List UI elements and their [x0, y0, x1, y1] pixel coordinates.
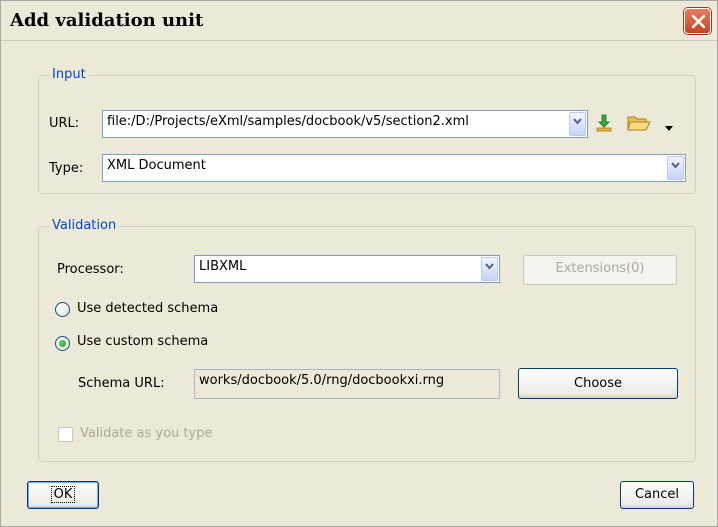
dropdown-arrow-icon	[485, 263, 494, 270]
cancel-button[interactable]: Cancel	[620, 481, 694, 509]
window-title: Add validation unit	[10, 10, 204, 31]
schema-url-field[interactable]: works/docbook/5.0/rng/docbookxi.rng	[194, 369, 500, 399]
schema-url-value: works/docbook/5.0/rng/docbookxi.rng	[199, 373, 445, 388]
folder-menu-arrow-icon[interactable]	[665, 121, 673, 136]
ok-button[interactable]: OK	[27, 481, 99, 509]
type-combo[interactable]: XML Document	[102, 154, 686, 182]
processor-label: Processor:	[57, 262, 124, 277]
extensions-button[interactable]: Extensions(0)	[523, 255, 677, 285]
ok-label: OK	[50, 486, 76, 503]
processor-value: LIBXML	[199, 259, 247, 274]
input-legend: Input	[49, 67, 89, 82]
use-detected-schema-radio[interactable]	[55, 302, 70, 317]
close-icon	[691, 14, 706, 29]
validation-legend: Validation	[49, 218, 120, 233]
use-detected-schema-label[interactable]: Use detected schema	[77, 301, 218, 316]
processor-combo[interactable]: LIBXML	[194, 255, 500, 283]
url-label: URL:	[49, 116, 80, 131]
title-bar[interactable]: Add validation unit	[1, 1, 717, 41]
choose-button[interactable]: Choose	[518, 368, 678, 399]
processor-dropdown-button[interactable]	[481, 257, 498, 281]
type-label: Type:	[49, 161, 84, 176]
add-validation-unit-dialog: Add validation unit Input URL: file:/D:/…	[0, 0, 718, 527]
url-value: file:/D:/Projects/eXml/samples/docbook/v…	[107, 114, 469, 129]
cancel-label: Cancel	[634, 487, 680, 502]
extensions-label: Extensions(0)	[555, 261, 645, 276]
use-custom-schema-label[interactable]: Use custom schema	[77, 334, 208, 349]
type-value: XML Document	[107, 158, 206, 173]
dropdown-arrow-icon	[671, 162, 680, 169]
schema-url-label: Schema URL:	[78, 376, 165, 391]
close-button[interactable]	[684, 8, 711, 34]
validate-as-you-type-label[interactable]: Validate as you type	[80, 426, 212, 441]
folder-open-icon[interactable]	[626, 112, 652, 138]
dropdown-arrow-icon	[573, 118, 582, 125]
choose-label: Choose	[574, 376, 622, 391]
url-combo[interactable]: file:/D:/Projects/eXml/samples/docbook/v…	[102, 110, 588, 138]
radio-selected-dot	[59, 340, 66, 347]
type-dropdown-button[interactable]	[667, 156, 684, 180]
use-custom-schema-radio[interactable]	[55, 336, 70, 351]
download-icon[interactable]	[594, 113, 614, 137]
validate-as-you-type-checkbox[interactable]	[58, 427, 73, 442]
url-dropdown-button[interactable]	[569, 112, 586, 136]
